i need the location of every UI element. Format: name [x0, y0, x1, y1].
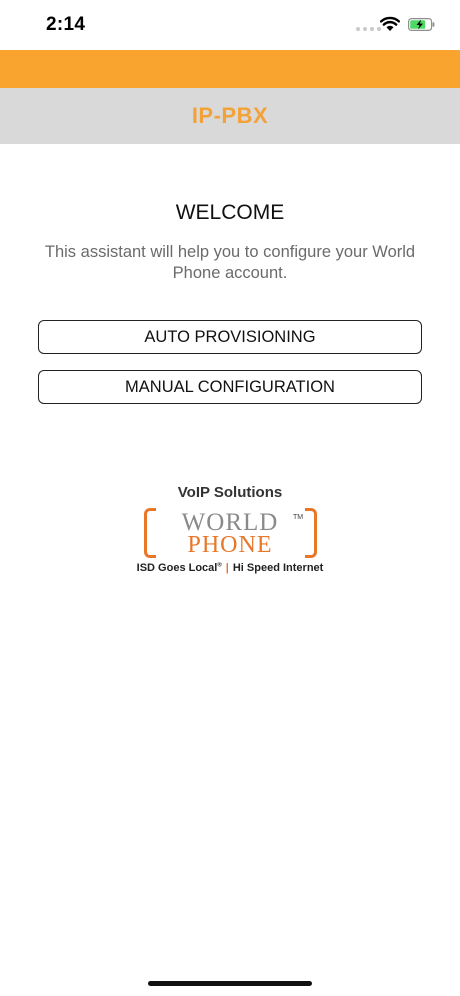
welcome-heading: WELCOME	[175, 201, 285, 224]
home-indicator[interactable]	[148, 981, 312, 986]
signal-dots-icon	[356, 27, 381, 31]
logo-subtitle: VoIP Solutions	[177, 484, 283, 501]
logo-trademark: TM	[293, 514, 304, 521]
wifi-icon	[380, 16, 400, 31]
status-bar: 2:14	[0, 0, 460, 50]
tagline-left: ISD Goes Local	[136, 562, 218, 574]
tagline-separator: |	[225, 562, 229, 574]
world-phone-logo: VoIP Solutions WORLD TM PHONE ISD Goes L…	[120, 484, 340, 579]
logo-word-phone: PHONE	[187, 532, 273, 558]
accent-band	[0, 50, 460, 88]
auto-provisioning-button[interactable]: AUTO PROVISIONING	[38, 320, 422, 354]
title-bar: IP-PBX	[0, 88, 460, 144]
assistant-description: This assistant will help you to configur…	[44, 243, 416, 282]
tagline-right: Hi Speed Internet	[232, 562, 324, 574]
battery-charging-icon	[408, 18, 435, 31]
manual-configuration-button[interactable]: MANUAL CONFIGURATION	[38, 370, 422, 404]
status-time: 2:14	[46, 14, 86, 35]
page-title: IP-PBX	[191, 103, 269, 128]
logo-tagline: ISD Goes Local® | Hi Speed Internet	[120, 562, 340, 574]
